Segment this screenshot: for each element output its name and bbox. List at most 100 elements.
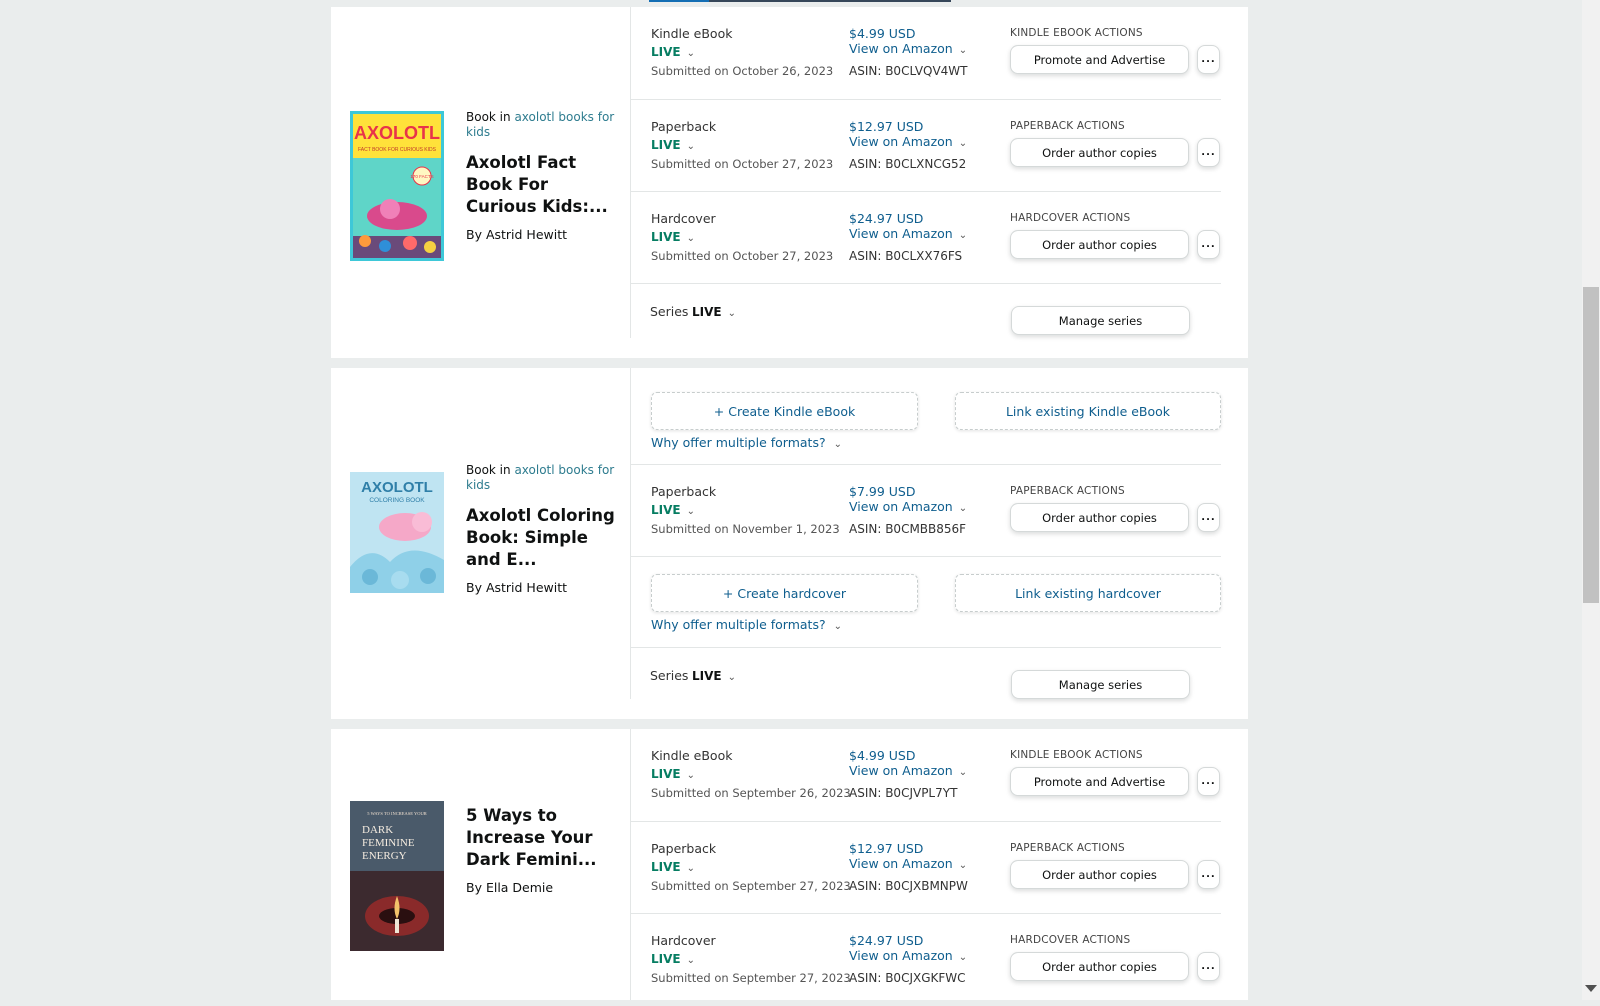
asin: ASIN: B0CJXBMNPW [849, 879, 968, 893]
scroll-down-arrow-icon[interactable] [1585, 985, 1597, 992]
asin: ASIN: B0CLXX76FS [849, 249, 963, 263]
submitted-date: Submitted on October 27, 2023 [651, 249, 834, 263]
cover-subtitle: FACT BOOK FOR CURIOUS KIDS [358, 147, 437, 153]
series-status-dropdown[interactable]: LIVE ⌄ [692, 669, 736, 683]
format-row-paperback: Paperback LIVE ⌄ Submitted on October 27,… [631, 99, 1221, 192]
price: $24.97 USD [849, 211, 924, 226]
more-options-icon[interactable]: ... [1197, 230, 1220, 259]
status-dropdown[interactable]: LIVE ⌄ [651, 767, 695, 781]
status-dropdown[interactable]: LIVE ⌄ [651, 503, 695, 517]
cover-brand: AXOLOTL [354, 123, 440, 143]
why-offer-multiple-formats-link[interactable]: Why offer multiple formats? ⌄ [651, 617, 842, 632]
chevron-down-icon: ⌄ [833, 439, 842, 450]
more-options-icon[interactable]: ... [1197, 767, 1220, 796]
book-author: By Astrid Hewitt [466, 227, 568, 242]
book-card-2: AXOLOTL COLORING BOOK Book in axolotl bo… [331, 368, 1248, 719]
book-cover-image[interactable]: AXOLOTL FACT BOOK FOR CURIOUS KIDS 170 F… [350, 111, 444, 261]
actions-title: PAPERBACK ACTIONS [1010, 485, 1125, 497]
status-dropdown[interactable]: LIVE ⌄ [651, 138, 695, 152]
series-prefix: Book in [466, 110, 511, 124]
top-tab-indicator [649, 0, 951, 2]
view-on-amazon-link[interactable]: View on Amazon ⌄ [849, 41, 967, 56]
actions-title: PAPERBACK ACTIONS [1010, 842, 1125, 854]
order-author-copies-button[interactable]: Order author copies [1010, 952, 1189, 981]
cover-brand: AXOLOTL [361, 479, 433, 496]
actions-title: KINDLE EBOOK ACTIONS [1010, 27, 1143, 39]
price: $4.99 USD [849, 26, 916, 41]
book-author: By Ella Demie [466, 880, 554, 895]
series-label: Series [650, 668, 689, 683]
book-title[interactable]: Axolotl Coloring Book: Simple and E... [466, 505, 616, 571]
book-title[interactable]: 5 Ways to Increase Your Dark Femini... [466, 805, 616, 871]
order-author-copies-button[interactable]: Order author copies [1010, 860, 1189, 889]
price: $24.97 USD [849, 933, 924, 948]
asin: ASIN: B0CLXNCG52 [849, 157, 967, 171]
chevron-down-icon: ⌄ [958, 767, 968, 778]
status-dropdown[interactable]: LIVE ⌄ [651, 230, 695, 244]
chevron-down-icon: ⌄ [686, 955, 695, 966]
chevron-down-icon: ⌄ [958, 860, 968, 871]
view-on-amazon-link[interactable]: View on Amazon ⌄ [849, 948, 967, 963]
order-author-copies-button[interactable]: Order author copies [1010, 230, 1189, 259]
chevron-down-icon: ⌄ [833, 621, 842, 632]
price: $4.99 USD [849, 748, 916, 763]
order-author-copies-button[interactable]: Order author copies [1010, 138, 1189, 167]
series-status-dropdown[interactable]: LIVE ⌄ [692, 305, 736, 319]
chevron-down-icon: ⌄ [686, 770, 695, 781]
create-hardcover-button[interactable]: + Create hardcover [651, 574, 918, 612]
book-title[interactable]: Axolotl Fact Book For Curious Kids:... [466, 152, 616, 218]
promote-and-advertise-button[interactable]: Promote and Advertise [1010, 45, 1189, 74]
asin: ASIN: B0CLVQV4WT [849, 64, 968, 78]
series-row: Series LIVE ⌄ Manage series [631, 647, 1221, 712]
why-offer-multiple-formats-link[interactable]: Why offer multiple formats? ⌄ [651, 435, 842, 450]
chevron-down-icon: ⌄ [958, 503, 968, 514]
scrollbar-thumb[interactable] [1583, 287, 1599, 603]
actions-title: HARDCOVER ACTIONS [1010, 212, 1131, 224]
book-card-1: AXOLOTL FACT BOOK FOR CURIOUS KIDS 170 F… [331, 7, 1248, 358]
book-meta: 5 Ways to Increase Your Dark Femini... B… [466, 805, 616, 895]
link-existing-hardcover-button[interactable]: Link existing hardcover [955, 574, 1221, 612]
link-existing-kindle-ebook-button[interactable]: Link existing Kindle eBook [955, 392, 1221, 430]
view-on-amazon-link[interactable]: View on Amazon ⌄ [849, 134, 967, 149]
manage-series-button[interactable]: Manage series [1011, 306, 1190, 335]
promote-and-advertise-button[interactable]: Promote and Advertise [1010, 767, 1189, 796]
status-dropdown[interactable]: LIVE ⌄ [651, 45, 695, 59]
format-row-hardcover: Hardcover LIVE ⌄ Submitted on October 27,… [631, 191, 1221, 284]
format-row-kindle: Kindle eBook LIVE ⌄ Submitted on Septembe… [631, 729, 1221, 821]
view-on-amazon-link[interactable]: View on Amazon ⌄ [849, 856, 967, 871]
more-options-icon[interactable]: ... [1197, 952, 1220, 981]
more-options-icon[interactable]: ... [1197, 45, 1220, 74]
actions-title: PAPERBACK ACTIONS [1010, 120, 1125, 132]
view-on-amazon-link[interactable]: View on Amazon ⌄ [849, 226, 967, 241]
view-on-amazon-link[interactable]: View on Amazon ⌄ [849, 763, 967, 778]
series-label: Series [650, 304, 689, 319]
asin: ASIN: B0CJVPL7YT [849, 786, 958, 800]
book-cover-image[interactable]: AXOLOTL COLORING BOOK [350, 472, 444, 593]
create-kindle-ebook-button[interactable]: + Create Kindle eBook [651, 392, 918, 430]
view-on-amazon-link[interactable]: View on Amazon ⌄ [849, 499, 967, 514]
status-dropdown[interactable]: LIVE ⌄ [651, 860, 695, 874]
format-name: Paperback [651, 841, 717, 856]
book-cover-image[interactable]: 5 WAYS TO INCREASE YOUR DARK FEMININE EN… [350, 801, 444, 951]
actions-title: KINDLE EBOOK ACTIONS [1010, 749, 1143, 761]
series-membership: Book in axolotl books for kids [466, 110, 616, 140]
format-row-paperback: Paperback LIVE ⌄ Submitted on September 2… [631, 821, 1221, 914]
book-card-3: 5 WAYS TO INCREASE YOUR DARK FEMININE EN… [331, 729, 1248, 1000]
price: $12.97 USD [849, 841, 924, 856]
manage-series-button[interactable]: Manage series [1011, 670, 1190, 699]
more-options-icon[interactable]: ... [1197, 503, 1220, 532]
submitted-date: Submitted on September 27, 2023 [651, 971, 851, 985]
more-options-icon[interactable]: ... [1197, 138, 1220, 167]
status-dropdown[interactable]: LIVE ⌄ [651, 952, 695, 966]
price: $7.99 USD [849, 484, 916, 499]
asin: ASIN: B0CJXGKFWC [849, 971, 966, 985]
format-name: Paperback [651, 484, 717, 499]
more-options-icon[interactable]: ... [1197, 860, 1220, 889]
active-tab-indicator [649, 0, 709, 2]
chevron-down-icon: ⌄ [686, 233, 695, 244]
chevron-down-icon: ⌄ [686, 506, 695, 517]
format-name: Kindle eBook [651, 748, 733, 763]
chevron-down-icon: ⌄ [686, 863, 695, 874]
order-author-copies-button[interactable]: Order author copies [1010, 503, 1189, 532]
format-name: Hardcover [651, 933, 716, 948]
